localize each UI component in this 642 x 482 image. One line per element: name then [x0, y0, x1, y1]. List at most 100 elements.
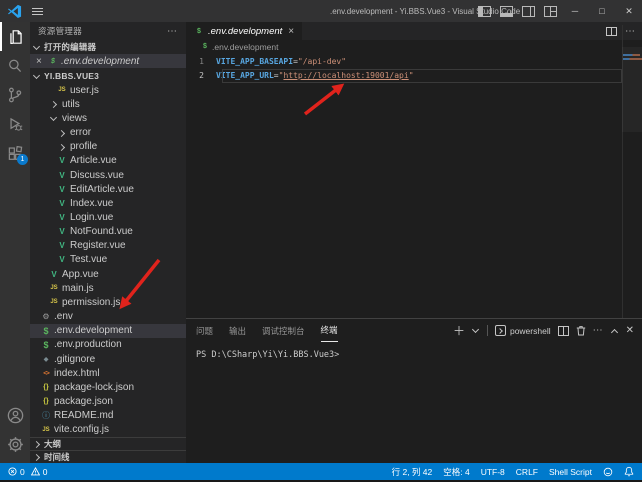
file-type-icon: $ — [41, 326, 51, 336]
feedback-button[interactable] — [603, 467, 613, 477]
tree-item[interactable]: JS user.js — [30, 83, 186, 97]
language-mode[interactable]: Shell Script — [549, 467, 592, 477]
problems-status[interactable]: 0 0 — [8, 467, 47, 477]
split-editor-icon[interactable] — [606, 27, 617, 36]
kill-terminal-icon[interactable] — [576, 325, 586, 336]
file-type-icon: ⚙ — [41, 312, 51, 321]
terminal-output[interactable]: PS D:\CSharp\Yi\Yi.BBS.Vue3> — [186, 342, 642, 463]
split-terminal-icon[interactable] — [558, 326, 569, 336]
close-icon[interactable]: × — [36, 56, 48, 67]
search-icon — [6, 57, 24, 75]
panel-toolbar: ＋ powershell ⋯ ✕ — [453, 319, 634, 342]
tree-item[interactable]: JS main.js — [30, 281, 186, 295]
file-type-icon: {} — [41, 398, 51, 405]
terminal-dropdown-icon[interactable] — [472, 327, 480, 335]
tree-item[interactable]: profile — [30, 140, 186, 154]
url-link[interactable]: http://localhost:19001/api — [283, 69, 408, 83]
tree-item[interactable]: ◆ .gitignore — [30, 352, 186, 366]
tree-item[interactable]: V EditArticle.vue — [30, 182, 186, 196]
cursor-position[interactable]: 行 2, 列 42 — [392, 466, 433, 478]
chevron-down-icon — [32, 42, 42, 52]
extensions-badge: 1 — [17, 154, 28, 165]
sidebar-item-run-debug[interactable] — [0, 109, 30, 138]
code-line-1: 1 VITE_APP_BASEAPI="/api-dev" — [186, 55, 622, 69]
breadcrumb[interactable]: $ .env.development — [186, 40, 642, 53]
settings-button[interactable] — [0, 430, 30, 459]
account-button[interactable] — [0, 401, 30, 430]
terminal-icon — [495, 325, 506, 336]
tree-item[interactable]: V Article.vue — [30, 154, 186, 168]
encoding-status[interactable]: UTF-8 — [481, 467, 505, 477]
tree-item[interactable]: {} package.json — [30, 394, 186, 408]
panel-more-icon[interactable]: ⋯ — [593, 325, 604, 336]
file-type-icon: V — [57, 227, 67, 236]
tree-item[interactable]: utils — [30, 97, 186, 111]
vscode-window: .env.development - Yi.BBS.Vue3 - Visual … — [0, 0, 642, 482]
tree-item[interactable]: $ .env.production — [30, 338, 186, 352]
notifications-button[interactable] — [624, 466, 634, 477]
terminal-profile-item[interactable]: powershell — [495, 325, 551, 336]
tree-item[interactable]: V Discuss.vue — [30, 168, 186, 182]
file-type-icon: V — [57, 241, 67, 250]
tree-item[interactable]: views — [30, 111, 186, 125]
indentation-status[interactable]: 空格: 4 — [443, 466, 469, 478]
tree-item[interactable]: ⚙ .env — [30, 310, 186, 324]
project-section-header[interactable]: YI.BBS.VUE3 — [30, 68, 186, 83]
sidebar-item-search[interactable] — [0, 51, 30, 80]
gear-icon — [6, 435, 25, 454]
sidebar-item-source-control[interactable] — [0, 80, 30, 109]
folder-chevron-icon — [57, 142, 67, 152]
menu-hamburger-icon[interactable] — [26, 0, 48, 22]
toggle-sidebar-icon[interactable] — [478, 6, 491, 17]
maximize-button[interactable]: □ — [589, 0, 615, 22]
customize-layout-icon[interactable] — [544, 6, 557, 17]
tree-item[interactable]: error — [30, 125, 186, 139]
timeline-section[interactable]: 时间线 — [30, 450, 186, 463]
tree-item[interactable]: V Login.vue — [30, 210, 186, 224]
maximize-panel-icon[interactable] — [611, 327, 619, 335]
file-type-icon: V — [57, 185, 67, 194]
panel-tab[interactable]: 问题 — [196, 319, 213, 342]
panel-tab[interactable]: 终端 — [321, 319, 338, 342]
close-panel-icon[interactable]: ✕ — [626, 325, 634, 336]
tab-close-icon[interactable]: × — [288, 26, 294, 37]
file-type-icon: V — [57, 199, 67, 208]
editor-more-actions-icon[interactable]: ⋯ — [625, 26, 636, 37]
panel-tab[interactable]: 输出 — [229, 319, 246, 342]
file-type-icon: V — [57, 171, 67, 180]
tree-item[interactable]: V Index.vue — [30, 196, 186, 210]
panel-tab[interactable]: 调试控制台 — [262, 319, 305, 342]
tree-item[interactable]: JS vite.config.js — [30, 423, 186, 437]
explorer-more-icon[interactable]: ⋯ — [167, 26, 178, 37]
tree-item[interactable]: JS permission.js — [30, 295, 186, 309]
chevron-right-icon — [32, 439, 42, 449]
tree-item[interactable]: ⓘ README.md — [30, 409, 186, 423]
outline-section[interactable]: 大纲 — [30, 437, 186, 450]
status-bar: 0 0 行 2, 列 42 空格: 4 UTF-8 CRLF Shell Scr… — [0, 463, 642, 480]
code-line-2: 2 VITE_APP_URL="http://localhost:19001/a… — [186, 69, 622, 83]
tree-item[interactable]: V NotFound.vue — [30, 225, 186, 239]
minimap[interactable] — [622, 53, 642, 318]
minimize-button[interactable]: ─ — [562, 0, 588, 22]
open-editor-item[interactable]: × $ .env.development — [30, 54, 186, 68]
code-editor[interactable]: 1 VITE_APP_BASEAPI="/api-dev" 2 VITE_APP… — [186, 53, 642, 318]
tree-item[interactable]: V Test.vue — [30, 253, 186, 267]
sidebar-item-extensions[interactable]: 1 — [0, 138, 30, 167]
eol-status[interactable]: CRLF — [516, 467, 538, 477]
tree-item[interactable]: V App.vue — [30, 267, 186, 281]
file-type-icon: JS — [49, 299, 59, 305]
tab-env-development[interactable]: $ .env.development × — [186, 22, 302, 40]
bell-icon — [624, 466, 634, 477]
file-type-icon: V — [57, 213, 67, 222]
tree-item[interactable]: V Register.vue — [30, 239, 186, 253]
new-terminal-icon[interactable]: ＋ — [453, 322, 465, 339]
toggle-secondary-sidebar-icon[interactable] — [522, 6, 535, 17]
tree-item[interactable]: $ .env.development — [30, 324, 186, 338]
tree-item[interactable]: <> index.html — [30, 366, 186, 380]
open-editors-section[interactable]: 打开的编辑器 — [30, 40, 186, 54]
sidebar-item-explorer[interactable] — [0, 22, 30, 51]
file-type-icon: {} — [41, 384, 51, 391]
close-button[interactable]: ✕ — [616, 0, 642, 22]
tree-item[interactable]: {} package-lock.json — [30, 380, 186, 394]
toggle-panel-icon[interactable] — [500, 6, 513, 17]
